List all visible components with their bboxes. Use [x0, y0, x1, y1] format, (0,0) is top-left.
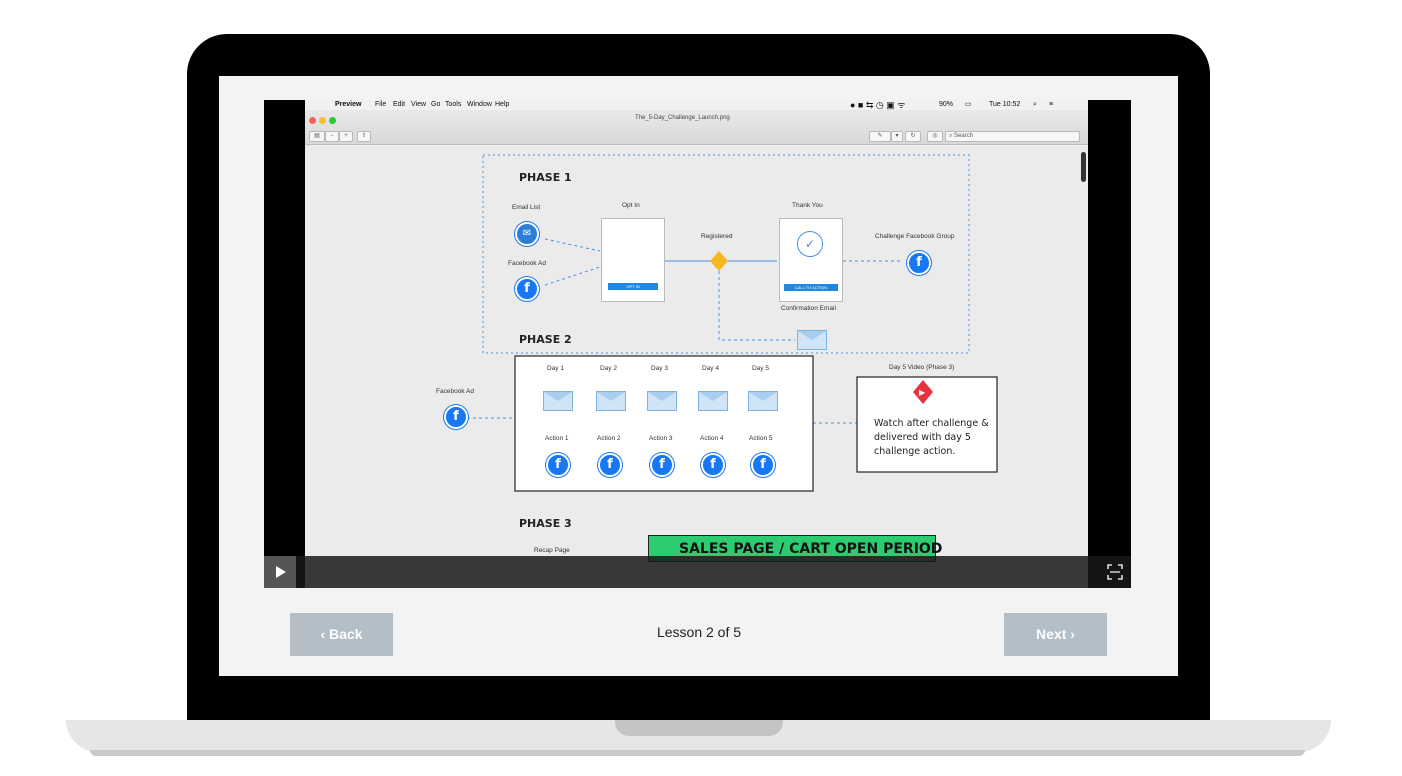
day-4-email-icon	[698, 391, 728, 411]
action-1-label: Action 1	[545, 435, 569, 442]
action-4-label: Action 4	[700, 435, 724, 442]
back-button[interactable]: ‹ Back	[290, 613, 393, 656]
diagram-canvas: PHASE 1 Email List ✉ Facebook Ad f Opt I…	[305, 145, 1080, 588]
menu-window: Window	[467, 101, 492, 108]
day-1-email-icon	[543, 391, 573, 411]
challenge-group-label: Challenge Facebook Group	[875, 233, 955, 240]
facebook-ad-icon: f	[515, 277, 539, 301]
markup-dropdown-icon[interactable]: ▾	[891, 131, 903, 142]
day-2-label: Day 2	[600, 365, 617, 372]
battery-percent: 90%	[939, 101, 954, 108]
preview-titlebar: The_5-Day_Challenge_Launch.png ▤ − + ⇧ ✎…	[305, 110, 1088, 145]
phase-3-label: PHASE 3	[519, 517, 572, 530]
phase-1-label: PHASE 1	[519, 171, 572, 184]
search-placeholder: Search	[954, 133, 974, 139]
zoom-button[interactable]	[329, 117, 336, 124]
canvas-scrollbar[interactable]	[1081, 152, 1086, 182]
menu-list-icon: ≡	[1049, 101, 1054, 108]
annotate-icon[interactable]: ◎	[927, 131, 943, 142]
laptop-notch	[615, 720, 783, 736]
opt-in-page: OPT IN	[601, 218, 665, 302]
minimize-button[interactable]	[319, 117, 326, 124]
facebook-ad-label: Facebook Ad	[508, 260, 546, 267]
action-5-facebook-icon: f	[751, 453, 775, 477]
email-list-label: Email List	[512, 204, 541, 211]
action-3-facebook-icon: f	[650, 453, 674, 477]
battery-icon: ▭	[965, 101, 972, 108]
action-4-facebook-icon: f	[701, 453, 725, 477]
day-3-label: Day 3	[651, 365, 668, 372]
video-player[interactable]: Preview File Edit View Go Tools Window H…	[264, 100, 1131, 588]
email-list-icon: ✉	[515, 222, 539, 246]
play-button[interactable]	[264, 556, 296, 588]
laptop-base-shadow	[90, 750, 1305, 756]
clock: Tue 10:52	[989, 101, 1021, 108]
lesson-counter: Lesson 2 of 5	[656, 624, 742, 640]
video-controls	[264, 556, 1131, 588]
day-1-label: Day 1	[547, 365, 564, 372]
action-2-label: Action 2	[597, 435, 621, 442]
fullscreen-button[interactable]	[1099, 556, 1131, 588]
window-title: The_5-Day_Challenge_Launch.png	[635, 115, 730, 121]
action-1-facebook-icon: f	[546, 453, 570, 477]
confirmation-email-icon	[797, 330, 827, 350]
recap-page-label: Recap Page	[534, 547, 570, 554]
zoom-in-icon[interactable]: +	[339, 131, 353, 142]
thank-you-page: ✓ CALL TO ACTION	[779, 218, 843, 302]
menu-app-name: Preview	[335, 101, 362, 108]
opt-in-label: Opt In	[622, 202, 640, 209]
menu-tools: Tools	[445, 101, 462, 108]
registered-label: Registered	[701, 233, 733, 240]
video-play-icon: ▶	[919, 388, 926, 397]
confirmation-email-label: Confirmation Email	[781, 305, 836, 312]
sales-page-title: SALES PAGE / CART OPEN PERIOD	[679, 541, 943, 557]
day-5-email-icon	[748, 391, 778, 411]
status-icons: ● ■ ⇆ ◷ ▣ ᯤ	[850, 100, 906, 110]
day-4-label: Day 4	[702, 365, 719, 372]
day-2-email-icon	[596, 391, 626, 411]
rotate-icon[interactable]: ↻	[905, 131, 921, 142]
search-input[interactable]: ⌕ Search	[945, 131, 1080, 142]
laptop-screen: Preview File Edit View Go Tools Window H…	[219, 76, 1178, 676]
spotlight-icon: ⌕	[1033, 101, 1037, 108]
phase-2-label: PHASE 2	[519, 333, 572, 346]
next-button[interactable]: Next ›	[1004, 613, 1107, 656]
mac-menubar: Preview File Edit View Go Tools Window H…	[305, 100, 1088, 110]
day-3-email-icon	[647, 391, 677, 411]
menu-view: View	[411, 101, 427, 108]
day-5-label: Day 5	[752, 365, 769, 372]
screen-recording: Preview File Edit View Go Tools Window H…	[305, 100, 1088, 588]
zoom-out-icon[interactable]: −	[325, 131, 339, 142]
diagram-connectors	[467, 154, 998, 492]
action-3-label: Action 3	[649, 435, 673, 442]
menu-file: File	[375, 101, 387, 108]
action-5-label: Action 5	[749, 435, 773, 442]
close-button[interactable]	[309, 117, 316, 124]
share-icon[interactable]: ⇧	[357, 131, 371, 142]
menu-go: Go	[431, 101, 441, 108]
call-to-action-button: CALL TO ACTION	[784, 284, 838, 291]
play-icon	[276, 566, 286, 578]
checkmark-icon: ✓	[797, 231, 823, 257]
thank-you-label: Thank You	[792, 202, 823, 209]
challenge-group-facebook-icon: f	[907, 251, 931, 275]
opt-in-button: OPT IN	[608, 283, 658, 290]
menu-help: Help	[495, 101, 510, 108]
watch-after-text: Watch after challenge & delivered with d…	[874, 418, 989, 457]
facebook-ad-2-label: Facebook Ad	[436, 388, 474, 395]
action-2-facebook-icon: f	[598, 453, 622, 477]
facebook-ad-2-icon: f	[444, 405, 468, 429]
sidebar-toggle-icon[interactable]: ▤	[309, 131, 325, 142]
fullscreen-icon	[1107, 564, 1123, 580]
menu-edit: Edit	[393, 101, 406, 108]
day-5-video-label: Day 5 Video (Phase 3)	[889, 364, 955, 371]
markup-icon[interactable]: ✎	[869, 131, 891, 142]
